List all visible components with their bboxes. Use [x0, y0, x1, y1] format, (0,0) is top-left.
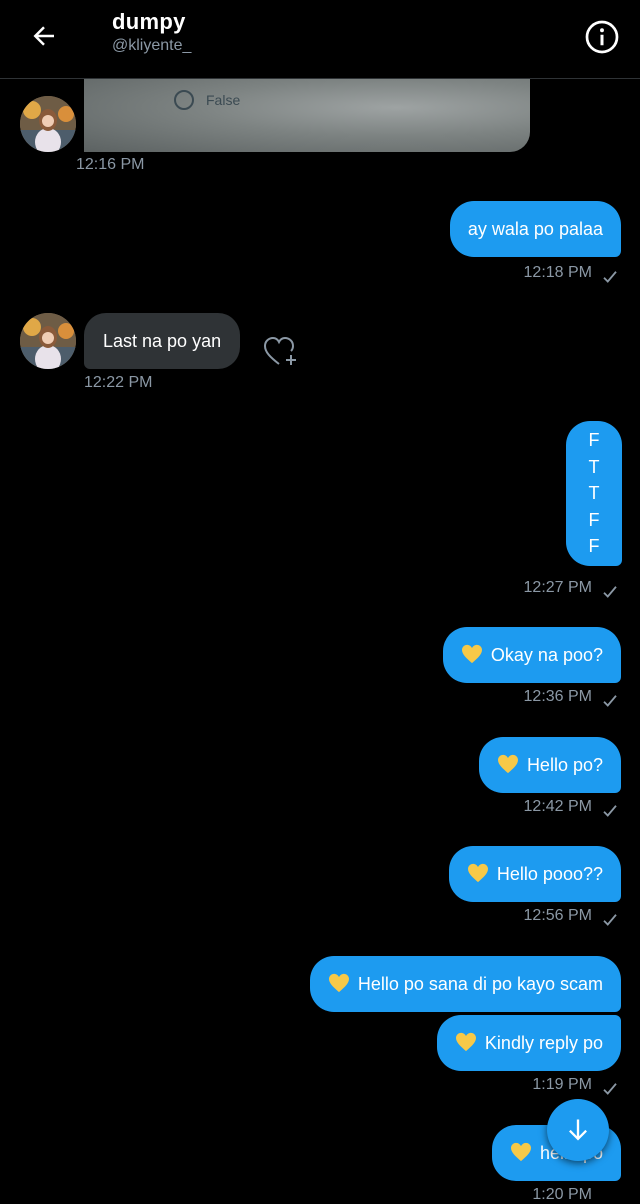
message-line: F	[588, 536, 600, 556]
yellow-heart-icon	[328, 973, 350, 993]
message-time: 1:20 PM	[532, 1186, 592, 1203]
message-text: Hello po?	[526, 755, 603, 775]
outgoing-message[interactable]: Kindly reply po	[436, 1015, 621, 1071]
message-time: 12:56 PM	[523, 907, 592, 924]
message-time: 1:19 PM	[532, 1076, 592, 1093]
message-line: F	[588, 509, 600, 530]
message-text: Kindly reply po	[484, 1033, 603, 1053]
message-text: Hello po sana di po kayo scam	[357, 974, 603, 994]
avatar-photo	[20, 96, 76, 152]
yellow-heart-icon	[455, 1032, 477, 1052]
message-line: T	[588, 456, 600, 477]
message-line: T	[588, 483, 600, 503]
image-text: False	[206, 92, 241, 108]
outgoing-message[interactable]: ay wala po palaa	[449, 201, 621, 257]
contact-name[interactable]: dumpy	[112, 9, 186, 35]
arrow-down-icon	[569, 1119, 587, 1141]
message-text: Okay na poo?	[490, 645, 603, 665]
outgoing-message[interactable]: Okay na poo?	[442, 627, 621, 683]
message-line: F	[588, 430, 600, 450]
avatar[interactable]	[20, 96, 76, 152]
message-text: Hello pooo??	[496, 864, 603, 884]
yellow-heart-icon	[510, 1142, 532, 1162]
back-button[interactable]	[22, 16, 66, 56]
check-icon	[601, 692, 619, 710]
outgoing-message[interactable]: Hello pooo??	[448, 846, 621, 902]
check-icon	[601, 802, 619, 820]
image-attachment[interactable]: False	[84, 78, 530, 152]
avatar[interactable]	[20, 313, 76, 369]
info-icon	[585, 20, 619, 54]
avatar-photo	[20, 313, 76, 369]
info-button[interactable]	[582, 17, 622, 57]
arrow-left-icon	[33, 26, 54, 46]
message-time: 12:22 PM	[84, 374, 153, 391]
message-time: 12:27 PM	[523, 579, 592, 596]
scroll-to-bottom-button[interactable]	[547, 1099, 609, 1161]
yellow-heart-icon	[461, 644, 483, 664]
incoming-message[interactable]: Last na po yan	[84, 313, 241, 369]
message-time: 12:16 PM	[76, 156, 145, 173]
check-icon	[601, 583, 619, 601]
outgoing-message[interactable]: Hello po sana di po kayo scam	[309, 956, 621, 1012]
check-icon	[601, 268, 619, 286]
message-time: 12:42 PM	[523, 798, 592, 815]
message-time: 12:36 PM	[523, 688, 592, 705]
outgoing-message[interactable]: F T T F F	[566, 421, 622, 566]
conversation-header: dumpy @kliyente_	[0, 0, 640, 79]
check-icon	[601, 1080, 619, 1098]
react-button[interactable]	[262, 334, 300, 368]
yellow-heart-icon	[467, 863, 489, 883]
message-text: ay wala po palaa	[467, 219, 603, 239]
outgoing-message[interactable]: Hello po?	[478, 737, 621, 793]
check-icon	[601, 911, 619, 929]
contact-handle[interactable]: @kliyente_	[112, 37, 191, 55]
heart-plus-icon	[263, 336, 296, 365]
message-text: Last na po yan	[103, 331, 222, 351]
radio-icon	[174, 90, 194, 110]
message-time: 12:18 PM	[523, 264, 592, 281]
yellow-heart-icon	[497, 754, 519, 774]
